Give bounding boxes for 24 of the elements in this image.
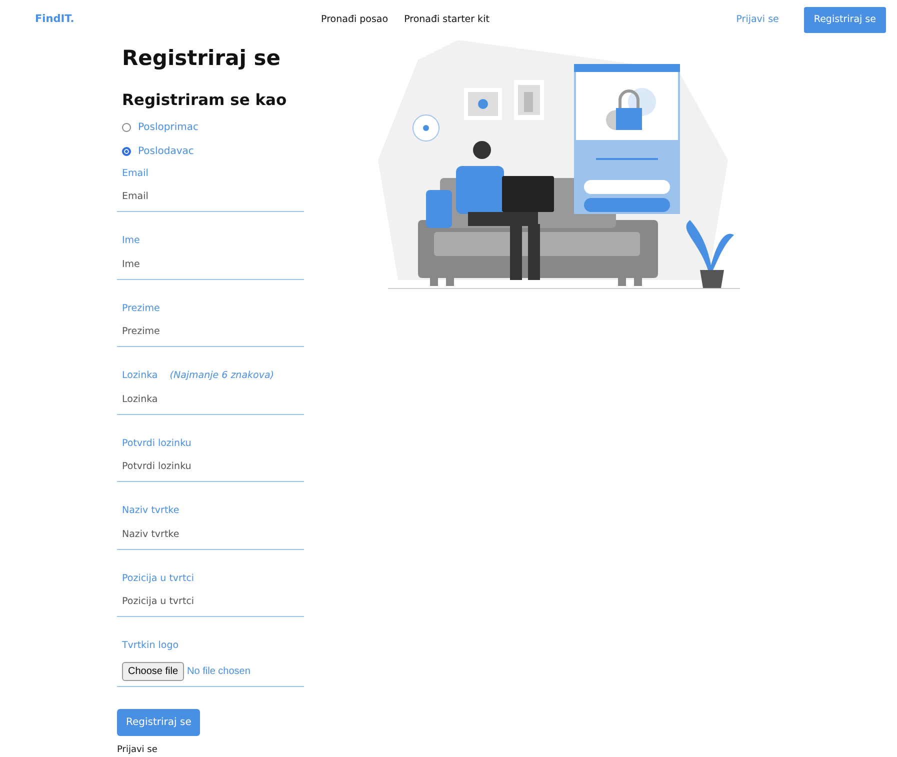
page-title: Registriraj se	[122, 46, 282, 72]
submit-button[interactable]: Registriraj se	[117, 708, 200, 736]
radio-label[interactable]: Poslodavac	[138, 144, 194, 160]
radio-label[interactable]: Posloprimac	[138, 120, 199, 136]
login-link[interactable]: Prijavi se	[117, 744, 158, 757]
file-status: No file chosen	[187, 664, 250, 679]
field-label: Ime	[122, 234, 140, 248]
register-button[interactable]: Registriraj se	[804, 6, 886, 34]
choose-file-button[interactable]: Choose file	[122, 662, 184, 681]
field-label: Pozicija u tvrtci	[122, 572, 194, 586]
field-label: Lozinka	[122, 369, 158, 384]
login-link[interactable]: Prijavi se	[736, 12, 779, 28]
field-label: Tvrtkin logo	[122, 639, 179, 654]
radio-button[interactable]	[122, 123, 131, 132]
section-heading: Registriram se kao	[122, 91, 288, 110]
radio-button[interactable]	[122, 147, 131, 156]
field-label: Prezime	[122, 302, 160, 316]
field-label: Potvrdi lozinku	[122, 436, 192, 451]
field-label: Naziv tvrtke	[122, 504, 180, 518]
nav-link[interactable]: Pronađi posao	[321, 12, 388, 28]
brand-logo[interactable]: FindIT.	[35, 12, 74, 28]
field-label: Email	[122, 166, 148, 181]
field-hint: (Najmanje 6 znakova)	[170, 369, 274, 384]
nav-link[interactable]: Pronađi starter kit	[404, 12, 490, 28]
